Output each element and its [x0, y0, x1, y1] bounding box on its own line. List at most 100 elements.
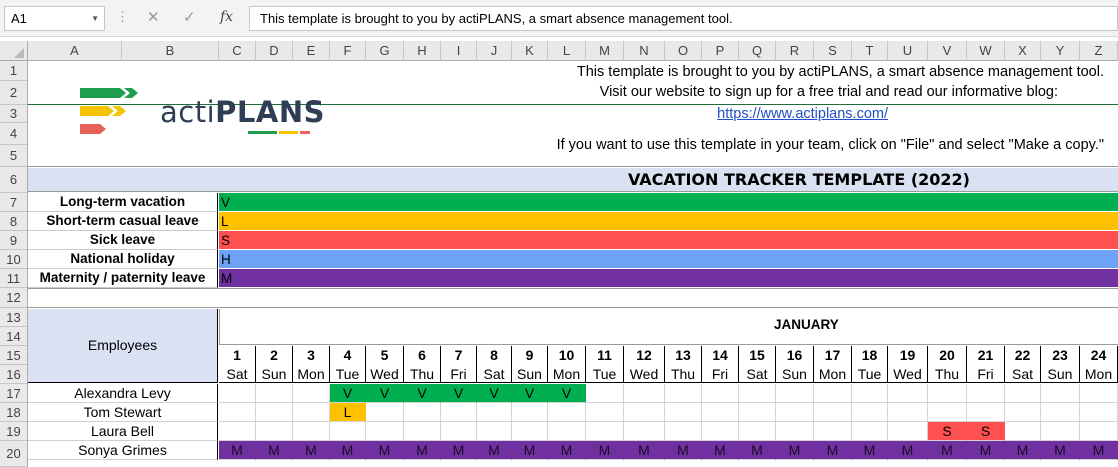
day-cell[interactable]: S [967, 422, 1005, 441]
day-cell[interactable] [293, 403, 330, 422]
day-cell[interactable] [967, 384, 1005, 403]
chevron-down-icon[interactable]: ▼ [91, 7, 99, 30]
day-cell[interactable] [814, 384, 852, 403]
day-cell[interactable] [219, 384, 256, 403]
day-cell[interactable]: M [330, 441, 366, 460]
column-header-u[interactable]: U [888, 41, 928, 61]
row-header-13[interactable]: 13 [0, 308, 27, 327]
column-header-m[interactable]: M [586, 41, 624, 61]
legend-color-bar[interactable]: L [219, 212, 1118, 231]
column-header-n[interactable]: N [624, 41, 665, 61]
day-cell[interactable] [366, 422, 404, 441]
day-cell[interactable] [967, 403, 1005, 422]
row-header-3[interactable]: 3 [0, 105, 27, 123]
row-header-15[interactable]: 15 [0, 346, 27, 365]
select-all-button[interactable] [0, 41, 28, 61]
day-cell[interactable] [1080, 384, 1118, 403]
column-header-o[interactable]: O [665, 41, 702, 61]
day-cell[interactable] [624, 422, 665, 441]
day-cell[interactable] [1080, 422, 1118, 441]
day-cell[interactable] [702, 384, 739, 403]
column-header-z[interactable]: Z [1080, 41, 1118, 61]
day-cell[interactable]: M [888, 441, 928, 460]
column-header-g[interactable]: G [366, 41, 404, 61]
day-cell[interactable]: M [814, 441, 852, 460]
column-header-j[interactable]: J [477, 41, 512, 61]
day-cell[interactable]: M [624, 441, 665, 460]
day-cell[interactable] [219, 403, 256, 422]
day-cell[interactable] [477, 422, 512, 441]
insert-function-icon[interactable]: fx [220, 9, 233, 26]
day-cell[interactable] [928, 384, 967, 403]
column-header-h[interactable]: H [404, 41, 441, 61]
day-cell[interactable] [1005, 403, 1041, 422]
row-header-6[interactable]: 6 [0, 167, 27, 193]
day-cell[interactable] [739, 422, 776, 441]
column-header-x[interactable]: X [1005, 41, 1041, 61]
day-cell[interactable] [548, 403, 586, 422]
day-cell[interactable]: L [330, 403, 366, 422]
name-box[interactable]: A1 ▼ [4, 6, 105, 31]
day-cell[interactable] [586, 403, 624, 422]
column-header-q[interactable]: Q [739, 41, 776, 61]
row-header-11[interactable]: 11 [0, 269, 27, 288]
day-cell[interactable] [665, 422, 702, 441]
day-cell[interactable]: S [928, 422, 967, 441]
column-header-a[interactable]: A [28, 41, 122, 61]
row-header-4[interactable]: 4 [0, 123, 27, 145]
day-cell[interactable]: M [441, 441, 477, 460]
day-cell[interactable] [665, 403, 702, 422]
row-header-18[interactable]: 18 [0, 403, 27, 422]
row-header-8[interactable]: 8 [0, 212, 27, 231]
day-cell[interactable]: M [665, 441, 702, 460]
column-header-c[interactable]: C [219, 41, 256, 61]
day-cell[interactable]: V [477, 384, 512, 403]
column-header-i[interactable]: I [441, 41, 477, 61]
day-cell[interactable] [624, 403, 665, 422]
column-header-y[interactable]: Y [1041, 41, 1080, 61]
row-header-10[interactable]: 10 [0, 250, 27, 269]
day-cell[interactable]: M [739, 441, 776, 460]
day-cell[interactable] [219, 422, 256, 441]
column-header-v[interactable]: V [928, 41, 967, 61]
day-cell[interactable] [852, 384, 888, 403]
day-cell[interactable] [586, 422, 624, 441]
column-header-k[interactable]: K [512, 41, 548, 61]
day-cell[interactable] [293, 422, 330, 441]
row-header-17[interactable]: 17 [0, 384, 27, 403]
day-cell[interactable]: M [477, 441, 512, 460]
day-cell[interactable]: M [852, 441, 888, 460]
column-header-p[interactable]: P [702, 41, 739, 61]
column-header-d[interactable]: D [256, 41, 293, 61]
day-cell[interactable] [702, 422, 739, 441]
day-cell[interactable] [441, 422, 477, 441]
column-header-w[interactable]: W [967, 41, 1005, 61]
day-cell[interactable] [1041, 422, 1080, 441]
day-cell[interactable] [477, 403, 512, 422]
day-cell[interactable] [512, 403, 548, 422]
day-cell[interactable]: M [293, 441, 330, 460]
day-cell[interactable] [1005, 422, 1041, 441]
day-cell[interactable] [256, 384, 293, 403]
day-cell[interactable] [624, 384, 665, 403]
day-cell[interactable] [665, 384, 702, 403]
day-cell[interactable]: M [967, 441, 1005, 460]
day-cell[interactable] [586, 384, 624, 403]
day-cell[interactable]: M [1005, 441, 1041, 460]
day-cell[interactable] [814, 422, 852, 441]
column-header-t[interactable]: T [852, 41, 888, 61]
legend-color-bar[interactable]: H [219, 250, 1118, 269]
column-header-b[interactable]: B [122, 41, 219, 61]
row-header-16[interactable]: 16 [0, 365, 27, 384]
day-cell[interactable]: M [776, 441, 814, 460]
column-header-s[interactable]: S [814, 41, 852, 61]
legend-color-bar[interactable]: V [219, 193, 1118, 212]
day-cell[interactable] [1005, 384, 1041, 403]
day-cell[interactable] [548, 422, 586, 441]
day-cell[interactable]: V [366, 384, 404, 403]
day-cell[interactable]: V [404, 384, 441, 403]
legend-color-bar[interactable]: S [219, 231, 1118, 250]
column-header-l[interactable]: L [548, 41, 586, 61]
day-cell[interactable]: V [441, 384, 477, 403]
day-cell[interactable]: M [702, 441, 739, 460]
